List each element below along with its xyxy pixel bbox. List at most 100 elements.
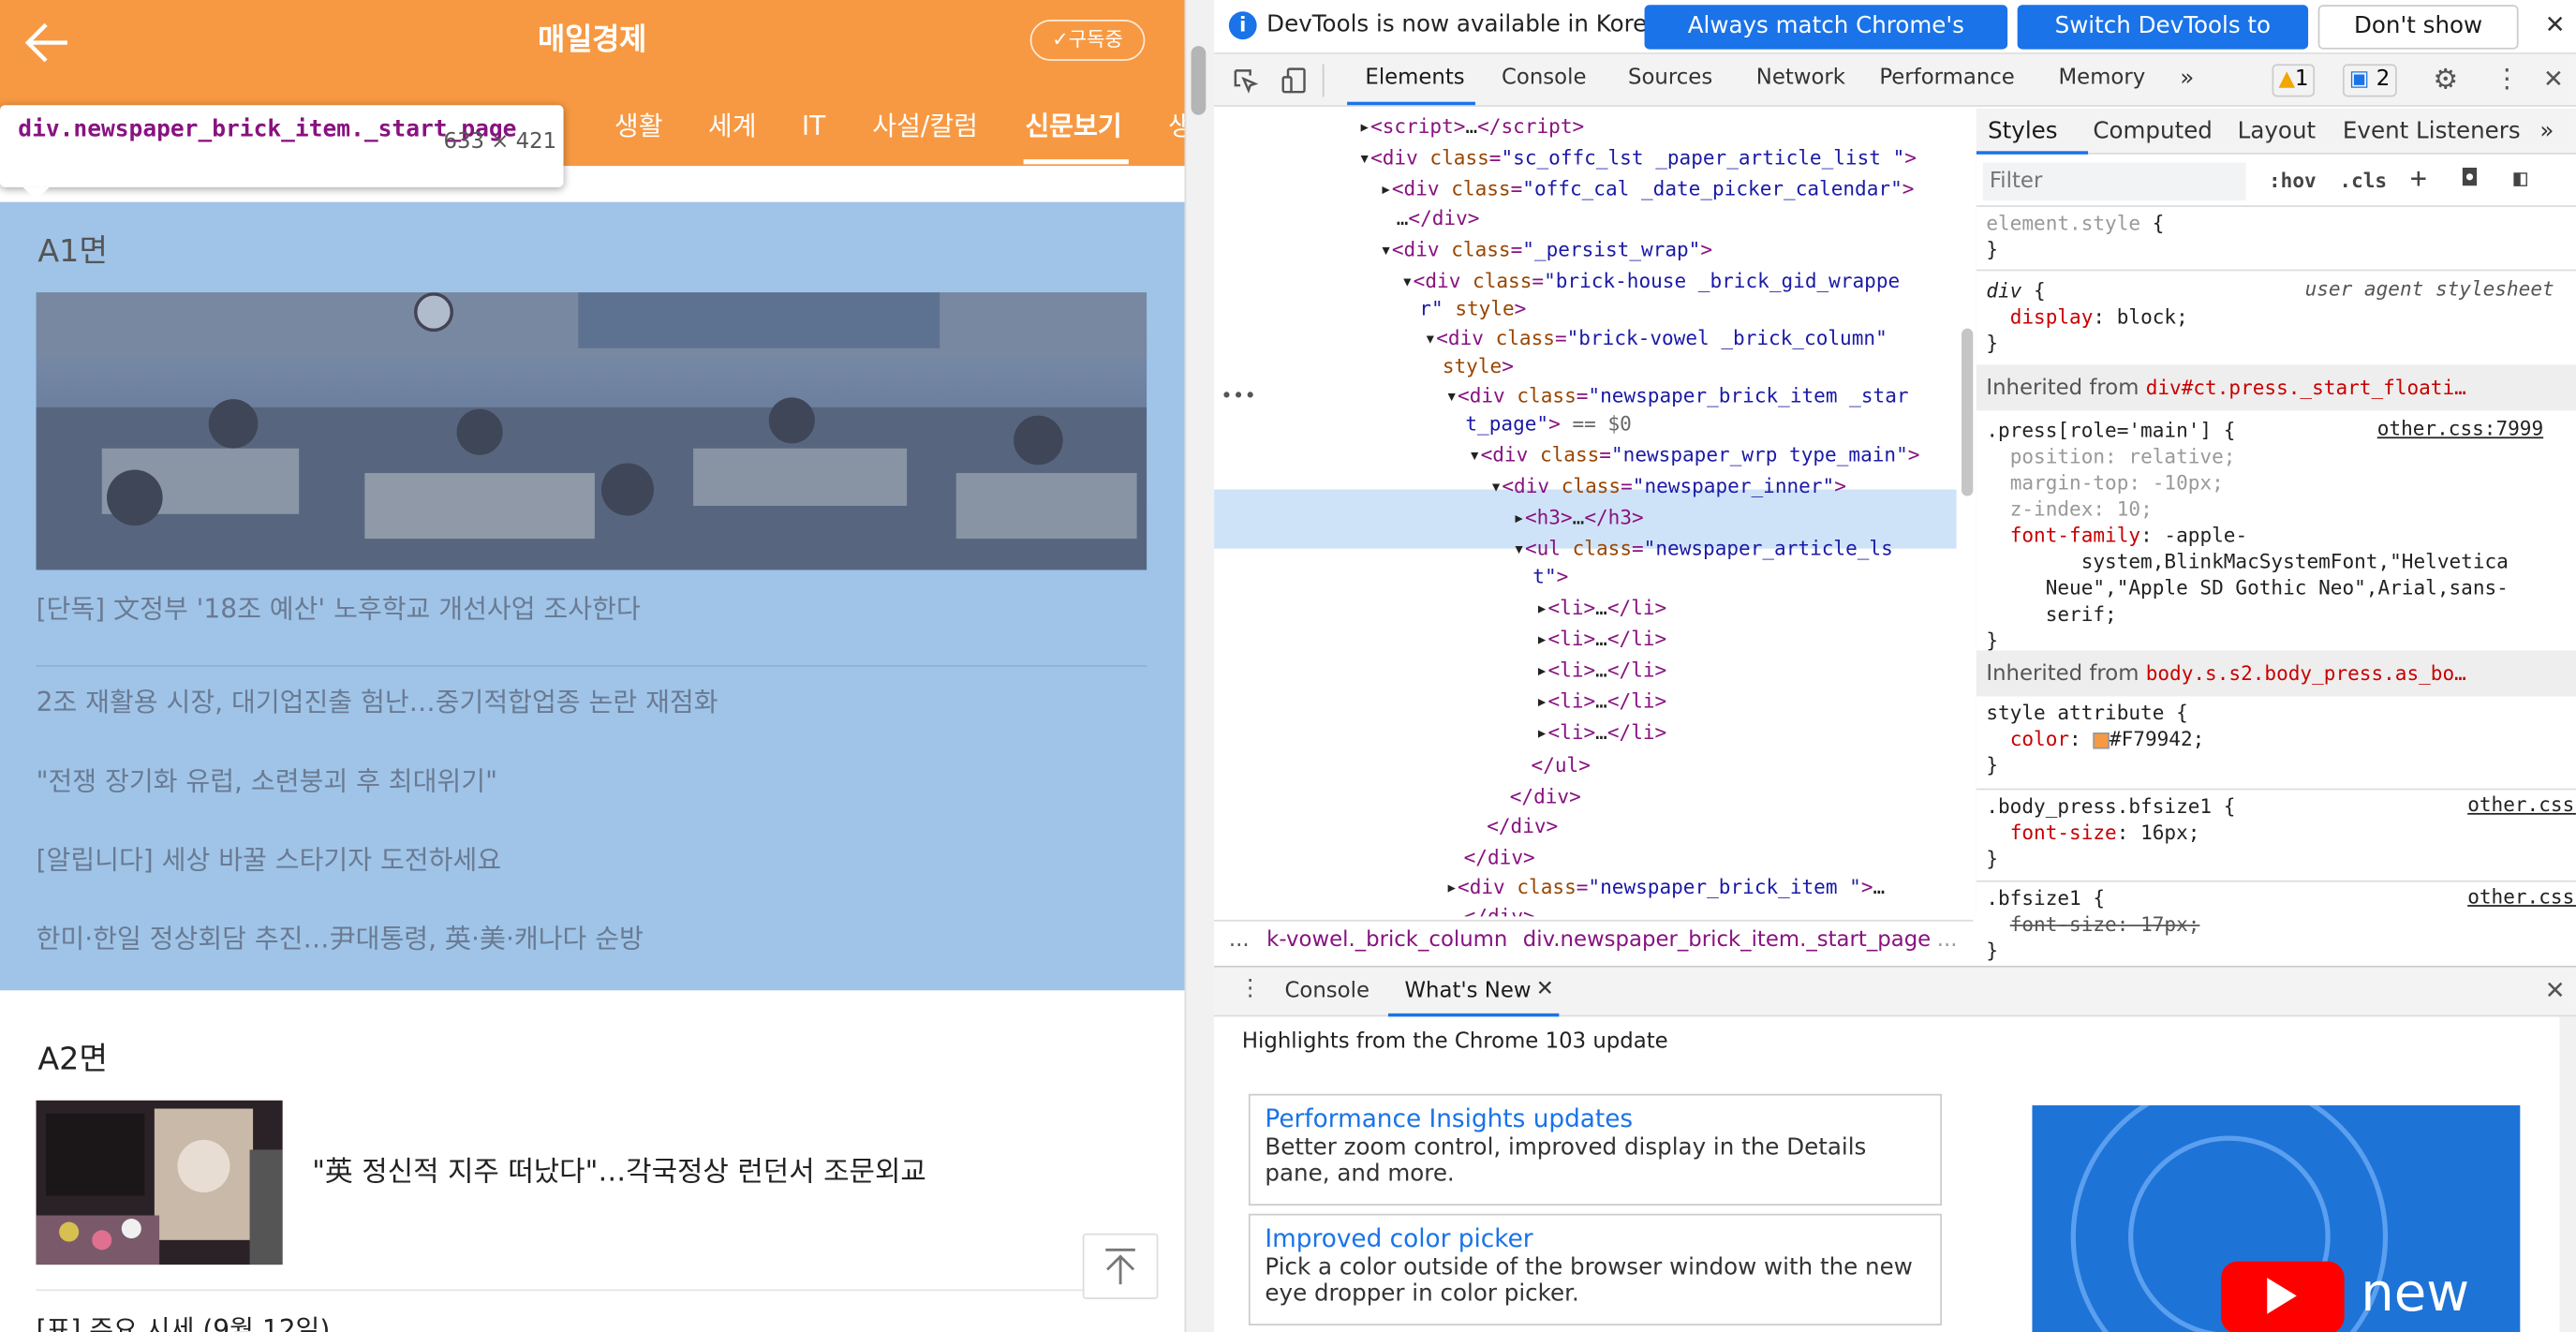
css-source-link[interactable]: other.css:17 xyxy=(2467,885,2576,909)
card-title[interactable]: Performance Insights updates xyxy=(1265,1103,1925,1135)
warning-count: 1 xyxy=(2295,67,2309,93)
tab-event-listeners[interactable]: Event Listeners xyxy=(2343,118,2521,144)
ua-stylesheet-label: user agent stylesheet xyxy=(2304,277,2554,301)
elements-tree[interactable]: ••• ▸<script>…</script> ▾<div class="sc_… xyxy=(1214,108,1957,917)
article-link[interactable]: "英 정신적 지주 떠났다"…각국정상 런던서 조문외교 xyxy=(312,1153,926,1192)
tab-styles[interactable]: Styles xyxy=(1988,118,2057,144)
scroll-to-top-button[interactable] xyxy=(1082,1233,1159,1299)
info-icon: i xyxy=(1228,11,1257,40)
styles-toolbar: :hov .cls + ◘ ◧ xyxy=(1976,157,2576,207)
styles-pane: Styles Computed Layout Event Listeners »… xyxy=(1976,108,2576,966)
close-devtools-icon[interactable]: ✕ xyxy=(2543,64,2564,94)
subscribe-button[interactable]: ✓구독중 xyxy=(1029,20,1146,61)
tab-more[interactable]: 생 xyxy=(1168,109,1185,145)
infobar-message: DevTools is now available in Korean! xyxy=(1266,11,1685,38)
classroom-photo[interactable] xyxy=(36,292,1147,570)
device-toolbar-icon[interactable] xyxy=(1280,66,1310,96)
row-actions-icon[interactable]: ••• xyxy=(1221,384,1256,407)
video-caption: new xyxy=(2361,1261,2470,1325)
color-swatch[interactable] xyxy=(2093,732,2110,748)
toolbar-divider xyxy=(1322,64,1325,97)
drawer-tab-whats-new[interactable]: What's New xyxy=(1404,979,1531,1003)
css-source-link[interactable]: other.css:7999 xyxy=(2377,417,2543,440)
css-source-link[interactable]: other.css:21 xyxy=(2467,793,2576,817)
drawer-scrollbar[interactable] xyxy=(2559,1016,2576,1332)
inherited-source[interactable]: body.s.s2.body_press.as_bo… xyxy=(2146,662,2466,686)
toggle-sidebar-icon[interactable]: ◧ xyxy=(2513,166,2527,192)
page-scrollbar[interactable] xyxy=(1184,0,1215,1332)
inherited-label: Inherited from xyxy=(1986,661,2139,687)
close-icon[interactable]: ✕ xyxy=(2545,10,2566,40)
tab-it[interactable]: IT xyxy=(802,109,825,145)
inherited-header: Inherited from div#ct.press._start_float… xyxy=(1976,364,2576,411)
breadcrumb-item[interactable]: div.newspaper_brick_item._start_page xyxy=(1523,928,1931,953)
tab-elements[interactable]: Elements xyxy=(1365,66,1464,90)
element-tooltip: div.newspaper_brick_item._start_page 633… xyxy=(0,105,564,187)
paint-bucket-icon[interactable]: ◘ xyxy=(2463,166,2477,192)
styles-filter-input[interactable] xyxy=(1982,162,2246,200)
divider xyxy=(1976,880,2576,882)
card-description: Pick a color outside of the browser wind… xyxy=(1265,1254,1913,1308)
section-title-a1: A1면 xyxy=(37,232,109,270)
article-link[interactable]: [단독] 文정부 '18조 예산' 노후학교 개선사업 조사한다 xyxy=(37,589,641,629)
article-link[interactable]: [표] 주요 시세 (9월 12일) xyxy=(37,1308,331,1332)
switch-to-korean-button[interactable]: Switch DevTools to Korean xyxy=(2017,5,2309,83)
memorial-photo[interactable] xyxy=(36,1100,283,1265)
kebab-menu-icon[interactable]: ⋮ xyxy=(2494,63,2520,94)
tab-living[interactable]: 생활 xyxy=(614,109,663,145)
settings-gear-icon[interactable]: ⚙ xyxy=(2433,64,2458,96)
page-scrollbar-thumb[interactable] xyxy=(1191,46,1207,115)
feature-card[interactable]: Performance Insights updates Better zoom… xyxy=(1248,1093,1942,1206)
add-rule-icon[interactable]: + xyxy=(2410,163,2427,196)
divider xyxy=(1976,269,2576,272)
feature-card[interactable]: Improved color picker Pick a color outsi… xyxy=(1248,1213,1942,1325)
breadcrumb-overflow[interactable]: ... xyxy=(1229,928,1250,953)
tab-memory[interactable]: Memory xyxy=(2059,66,2146,90)
card-title[interactable]: Improved color picker xyxy=(1265,1222,1925,1255)
hov-toggle[interactable]: :hov xyxy=(2269,170,2317,193)
active-tab-indicator xyxy=(1347,101,1475,106)
divider xyxy=(36,1289,1147,1292)
divider xyxy=(36,665,1147,667)
inherited-label: Inherited from xyxy=(1986,376,2139,401)
tab-performance[interactable]: Performance xyxy=(1879,66,2014,90)
whats-new-video[interactable]: new xyxy=(2032,1105,2521,1332)
article-link[interactable]: "전쟁 장기화 유럽, 소련붕괴 후 최대위기" xyxy=(37,762,497,802)
tab-console[interactable]: Console xyxy=(1502,66,1587,90)
tab-world[interactable]: 세계 xyxy=(708,109,757,145)
tab-layout[interactable]: Layout xyxy=(2238,118,2316,144)
styles-tabs: Styles Computed Layout Event Listeners » xyxy=(1976,108,2576,155)
warnings-badge[interactable]: ▲1 xyxy=(2272,64,2316,97)
elements-scrollbar[interactable] xyxy=(1956,108,1978,917)
tab-sources[interactable]: Sources xyxy=(1628,66,1712,90)
inherited-header: Inherited from body.s.s2.body_press.as_b… xyxy=(1976,650,2576,697)
messages-badge[interactable]: ▣ 2 xyxy=(2342,64,2397,97)
tab-computed[interactable]: Computed xyxy=(2093,118,2213,144)
active-tab-indicator xyxy=(1387,1013,1560,1017)
tab-editorial[interactable]: 사설/칼럼 xyxy=(872,109,978,145)
drawer-tab-console[interactable]: Console xyxy=(1284,979,1369,1003)
article-link[interactable]: 2조 재활용 시장, 대기업진출 험난…중기적합업종 논란 재점화 xyxy=(37,683,718,722)
select-element-icon[interactable] xyxy=(1232,67,1259,94)
more-tabs-icon[interactable]: » xyxy=(2180,66,2194,92)
dont-show-again-button[interactable]: Don't show again xyxy=(2317,5,2519,81)
always-match-language-button[interactable]: Always match Chrome's language xyxy=(1644,5,2008,83)
cls-toggle[interactable]: .cls xyxy=(2339,170,2387,193)
active-tab-indicator xyxy=(1023,159,1129,165)
active-tab-indicator xyxy=(1976,151,2089,155)
elements-scrollbar-thumb[interactable] xyxy=(1962,328,1974,496)
close-tab-icon[interactable]: ✕ xyxy=(1536,977,1554,1001)
close-drawer-icon[interactable]: ✕ xyxy=(2545,976,2566,1006)
inherited-source[interactable]: div#ct.press._start_floati… xyxy=(2146,377,2466,400)
tab-newspaper[interactable]: 신문보기 xyxy=(1025,109,1121,145)
more-tabs-icon[interactable]: » xyxy=(2539,118,2554,144)
drawer-menu-icon[interactable]: ⋮ xyxy=(1238,976,1262,1002)
devtools-panel: i DevTools is now available in Korean! A… xyxy=(1214,0,2576,1332)
article-link[interactable]: 한미·한일 정상회담 추진…尹대통령, 英·美·캐나다 순방 xyxy=(37,920,644,959)
breadcrumb-item[interactable]: k-vowel._brick_column xyxy=(1266,928,1507,953)
breadcrumb-overflow[interactable]: ... xyxy=(1937,928,1958,953)
breadcrumb: ... k-vowel._brick_column div.newspaper_… xyxy=(1214,919,1974,966)
tab-network[interactable]: Network xyxy=(1756,66,1845,90)
article-link[interactable]: [알립니다] 세상 바꿀 스타기자 도전하세요 xyxy=(37,841,501,881)
newspaper-page: 매일경제 ✓구독중 생활 세계 IT 사설/칼럼 신문보기 생 A1면 xyxy=(0,0,1185,1332)
